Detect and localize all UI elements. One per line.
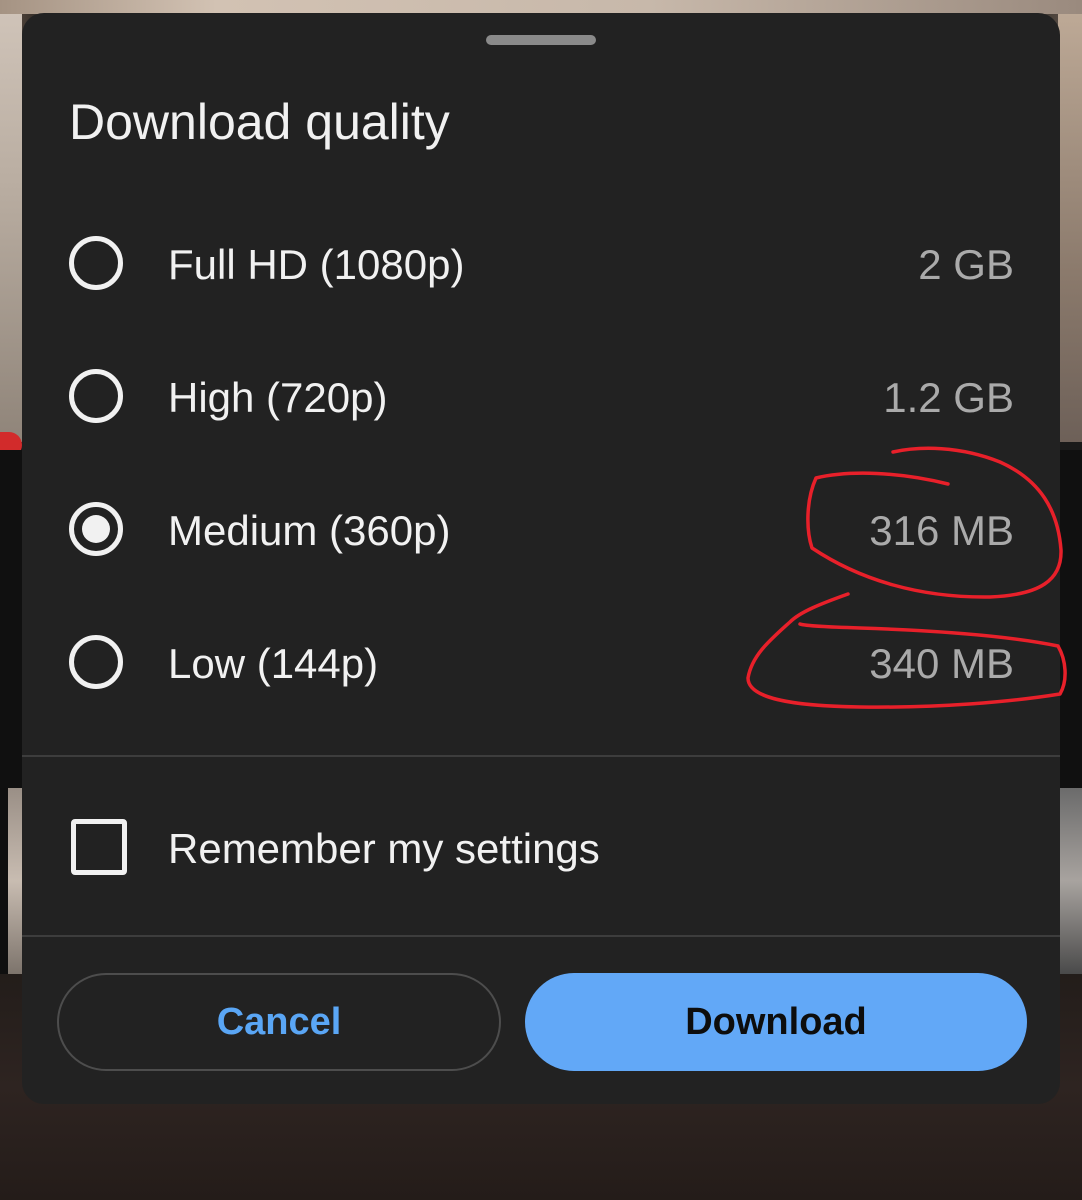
quality-option-medium[interactable]: Medium (360p) 316 MB	[22, 467, 1060, 600]
radio-button[interactable]	[69, 236, 123, 290]
option-size: 1.2 GB	[883, 374, 1014, 421]
remember-settings-label: Remember my settings	[168, 825, 600, 872]
option-size: 2 GB	[918, 241, 1014, 288]
sheet-title: Download quality	[69, 94, 450, 150]
radio-button[interactable]	[69, 635, 123, 689]
quality-options-list: Full HD (1080p) 2 GB High (720p) 1.2 GB …	[22, 201, 1060, 733]
thumbnail-right-edge	[1058, 788, 1082, 974]
video-left-edge	[0, 14, 22, 444]
option-label: High (720p)	[168, 374, 388, 421]
cancel-button[interactable]: Cancel	[57, 973, 501, 1071]
remember-settings-row[interactable]: Remember my settings	[22, 757, 1060, 935]
radio-button[interactable]	[69, 369, 123, 423]
download-button[interactable]: Download	[525, 973, 1027, 1071]
remember-settings-checkbox[interactable]	[71, 819, 127, 875]
option-label: Low (144p)	[168, 640, 379, 687]
video-top-strip	[0, 0, 1082, 14]
option-label: Medium (360p)	[168, 507, 451, 554]
option-size: 340 MB	[869, 640, 1014, 687]
divider	[22, 935, 1060, 937]
quality-option-full-hd[interactable]: Full HD (1080p) 2 GB	[22, 201, 1060, 334]
video-right-edge	[1058, 14, 1082, 444]
quality-option-high[interactable]: High (720p) 1.2 GB	[22, 334, 1060, 467]
thumbnail-left-edge	[8, 788, 22, 974]
drag-handle[interactable]	[486, 35, 596, 45]
download-quality-sheet: Download quality Full HD (1080p) 2 GB Hi…	[22, 13, 1060, 1104]
radio-button-selected[interactable]	[69, 502, 123, 556]
quality-option-low[interactable]: Low (144p) 340 MB	[22, 600, 1060, 733]
option-size: 316 MB	[869, 507, 1014, 554]
option-label: Full HD (1080p)	[168, 241, 465, 288]
